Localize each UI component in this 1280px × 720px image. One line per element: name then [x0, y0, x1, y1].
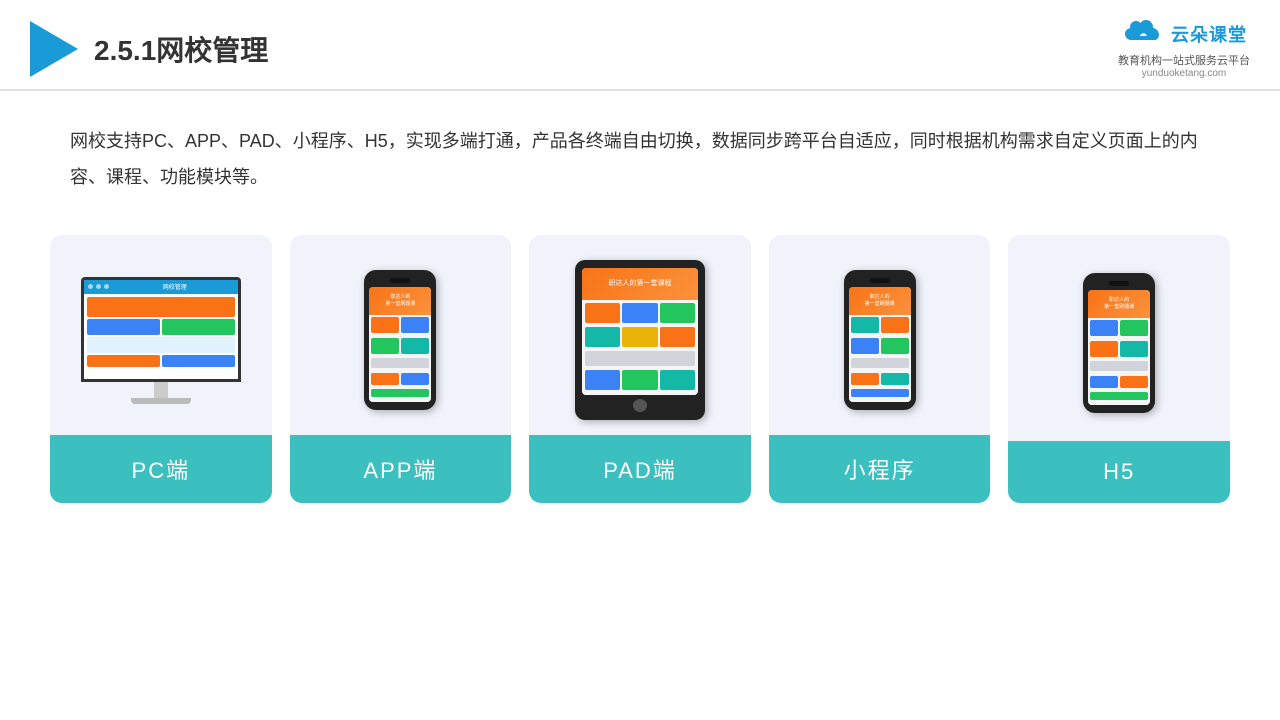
card-pad: 职达人的第一堂课程 [529, 235, 751, 503]
phone-h5-icon: 职达人的第一堂刷题课 [1083, 273, 1155, 413]
card-pad-image: 职达人的第一堂课程 [529, 235, 751, 435]
svg-text:☁: ☁ [1139, 29, 1147, 38]
card-h5-label: H5 [1008, 441, 1230, 503]
card-h5: 职达人的第一堂刷题课 [1008, 235, 1230, 503]
header: 2.5.1网校管理 ☁ 云朵课堂 教育机构一站式服务云平台 yunduoketa… [0, 0, 1280, 91]
card-h5-image: 职达人的第一堂刷题课 [1008, 235, 1230, 441]
brand-name: 云朵课堂 [1171, 21, 1247, 47]
card-pc-label: PC端 [50, 435, 272, 503]
pc-monitor-icon: 网校管理 [81, 277, 241, 404]
card-pc-image: 网校管理 [50, 235, 272, 435]
card-app-image: 职达人的第一堂刷题课 [290, 235, 512, 435]
card-miniprogram: 职达人的第一堂刷题课 [769, 235, 991, 503]
card-app: 职达人的第一堂刷题课 [290, 235, 512, 503]
phone-miniprogram-icon: 职达人的第一堂刷题课 [844, 270, 916, 410]
page-title: 2.5.1网校管理 [94, 29, 268, 69]
tablet-pad-icon: 职达人的第一堂课程 [575, 260, 705, 420]
brand-section: ☁ 云朵课堂 教育机构一站式服务云平台 yunduoketang.com [1118, 18, 1250, 79]
brand-sub: 教育机构一站式服务云平台 [1118, 52, 1250, 68]
logo-triangle-icon [30, 21, 78, 77]
cards-container: 网校管理 PC端 [0, 205, 1280, 533]
header-left: 2.5.1网校管理 [30, 21, 268, 77]
card-pc: 网校管理 PC端 [50, 235, 272, 503]
card-pad-label: PAD端 [529, 435, 751, 503]
description-text: 网校支持PC、APP、PAD、小程序、H5，实现多端打通，产品各终端自由切换，数… [0, 91, 1280, 205]
card-miniprogram-image: 职达人的第一堂刷题课 [769, 235, 991, 435]
brand-url: yunduoketang.com [1142, 68, 1227, 79]
cloud-icon: ☁ [1121, 18, 1165, 50]
card-app-label: APP端 [290, 435, 512, 503]
card-miniprogram-label: 小程序 [769, 435, 991, 503]
brand-logo: ☁ 云朵课堂 [1121, 18, 1247, 50]
phone-app-icon: 职达人的第一堂刷题课 [364, 270, 436, 410]
